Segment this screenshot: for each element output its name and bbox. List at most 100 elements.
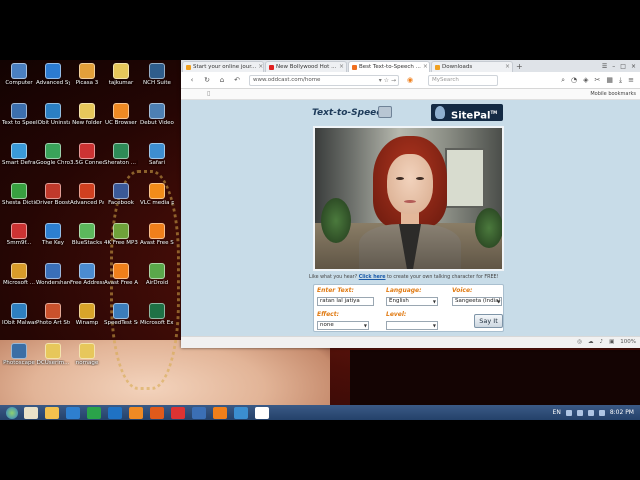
network-icon[interactable]: [565, 409, 572, 416]
desktop-icon[interactable]: New folder: [70, 103, 104, 143]
wifi-icon[interactable]: ◔: [571, 76, 577, 85]
effect-select[interactable]: none ▼: [317, 321, 369, 330]
desktop-icon[interactable]: Free Address Book: [70, 263, 104, 303]
language-indicator[interactable]: EN: [553, 409, 561, 416]
desktop-icon[interactable]: tajkumar: [104, 63, 138, 103]
taskbar-app-icon[interactable]: [192, 406, 206, 419]
desktop-icon[interactable]: UC Browser: [104, 103, 138, 143]
taskbar-app-icon[interactable]: [45, 406, 59, 419]
say-it-button[interactable]: Say It: [474, 314, 503, 328]
close-tab-icon[interactable]: ×: [423, 62, 428, 72]
cloud-icon[interactable]: ☁: [588, 339, 594, 345]
desktop-icon[interactable]: IObit Malware...: [2, 303, 36, 343]
volume-tray-icon[interactable]: [576, 409, 583, 416]
scissors-icon[interactable]: ✂: [595, 76, 601, 85]
desktop-icon[interactable]: Driver Booster3: [36, 183, 70, 223]
browser-tab-2[interactable]: Best Text-to-Speech ... ×: [348, 61, 430, 72]
desktop-icon[interactable]: Computer: [2, 63, 36, 103]
taskbar-app-icon[interactable]: [213, 406, 227, 419]
search-engine-icon[interactable]: ◉: [406, 76, 414, 84]
desktop-icon[interactable]: NCH Suite: [140, 63, 174, 103]
desktop-icon[interactable]: Advanced Patcher Pr...: [70, 183, 104, 223]
taskbar-app-icon[interactable]: [255, 406, 269, 419]
desktop-icon[interactable]: AirDroid: [140, 263, 174, 303]
bookmark-icon[interactable]: ≡: [628, 76, 634, 85]
voice-select[interactable]: Sangeeta (India) ▼: [452, 297, 502, 306]
desktop-icon[interactable]: Microsoft Ex...: [140, 303, 174, 343]
taskbar-app-icon[interactable]: [150, 406, 164, 419]
flag-icon[interactable]: [598, 409, 605, 416]
close-window-icon[interactable]: ×: [631, 61, 636, 72]
browser-tab-1[interactable]: New Bollywood Hot ... ×: [265, 61, 347, 72]
browser-tab-3[interactable]: Downloads ×: [431, 61, 513, 72]
desktop-icon[interactable]: Safari: [140, 143, 174, 183]
star-icon[interactable]: ☆: [384, 77, 389, 84]
minimize-icon[interactable]: –: [612, 61, 615, 72]
desktop-icon[interactable]: DCUserim...: [36, 343, 70, 383]
desktop-icon[interactable]: Facebook: [104, 183, 138, 223]
desktop-icon[interactable]: Advanced SystemCare 9: [36, 63, 70, 103]
eye-icon[interactable]: ◎: [577, 339, 582, 345]
desktop-icon[interactable]: SpeedTest Search: [104, 303, 138, 343]
desktop-icon[interactable]: Avast Free Antivirus: [104, 263, 138, 303]
dropdown-icon[interactable]: ▾: [379, 77, 382, 84]
desktop-icon[interactable]: 3.5G Connect Mo...: [70, 143, 104, 183]
desktop-icon[interactable]: Winamp: [70, 303, 104, 343]
battery-icon[interactable]: [587, 409, 594, 416]
start-button[interactable]: [6, 406, 18, 419]
maximize-icon[interactable]: □: [620, 61, 626, 72]
desktop-icon[interactable]: Photoscape: [2, 343, 36, 383]
back-icon[interactable]: ‹: [188, 76, 196, 84]
click-here-link[interactable]: Click here: [359, 275, 386, 280]
new-tab-button[interactable]: +: [516, 62, 523, 72]
desktop-icon[interactable]: Debut Video Capture S...: [140, 103, 174, 143]
search-input[interactable]: MySearch: [428, 74, 498, 86]
zoom-level[interactable]: 100%: [620, 339, 636, 345]
desktop-icon[interactable]: Smart Defrag 5: [2, 143, 36, 183]
shield-icon[interactable]: ◈: [583, 76, 588, 85]
level-select[interactable]: ▼: [386, 321, 438, 330]
desktop-icon[interactable]: nomage: [70, 343, 104, 383]
close-tab-icon[interactable]: ×: [339, 62, 344, 72]
desktop-icon[interactable]: Google Chrome: [36, 143, 70, 183]
taskbar-app-icon[interactable]: [108, 406, 122, 419]
enter-text-input[interactable]: ratan lal jatiya: [317, 297, 374, 306]
desktop-icon[interactable]: Wondershare Video Editor: [36, 263, 70, 303]
desktop-icon[interactable]: The Key: [36, 223, 70, 263]
desktop-icon[interactable]: 5mm9f...: [2, 223, 36, 263]
browser-tab-0[interactable]: Start your online jour... ×: [182, 61, 264, 72]
mobile-bookmarks[interactable]: Mobile bookmarks: [590, 89, 636, 99]
reload-icon[interactable]: ↻: [203, 76, 211, 84]
screenshot-icon[interactable]: ▣: [609, 339, 614, 345]
desktop-icon[interactable]: IObit Uninstaller: [36, 103, 70, 143]
address-bar[interactable]: www.oddcast.com/home ▾ ☆ →: [249, 74, 399, 86]
desktop-icon[interactable]: Photo Art Studio: [36, 303, 70, 343]
search-icon[interactable]: ⌕: [561, 76, 565, 85]
taskbar-app-icon[interactable]: [87, 406, 101, 419]
close-tab-icon[interactable]: ×: [505, 62, 510, 72]
taskbar-app-icon[interactable]: [66, 406, 80, 419]
desktop-icon[interactable]: Shesta Dictionary: [2, 183, 36, 223]
desktop-icon[interactable]: Microsoft ...: [2, 263, 36, 303]
page-icon[interactable]: ▯: [207, 89, 210, 99]
desktop-icon[interactable]: Picasa 3: [70, 63, 104, 103]
menu-icon[interactable]: ☰: [602, 61, 607, 72]
language-select[interactable]: English ▼: [386, 297, 438, 306]
taskbar-app-icon[interactable]: [24, 406, 38, 419]
desktop-icon[interactable]: BlueStacks: [70, 223, 104, 263]
desktop-icon[interactable]: Sheraton ... Mohali...: [104, 143, 138, 183]
taskbar-app-icon[interactable]: [171, 406, 185, 419]
home-icon[interactable]: ⌂: [218, 76, 226, 84]
desktop-icon[interactable]: Avast Free Selecto...: [140, 223, 174, 263]
taskbar-app-icon[interactable]: [234, 406, 248, 419]
desktop-icon[interactable]: Text to Spee...: [2, 103, 36, 143]
download-icon[interactable]: ⤓: [619, 76, 622, 85]
arrow-right-icon[interactable]: →: [391, 77, 396, 84]
grid-icon[interactable]: ▦: [606, 76, 613, 85]
taskbar-app-icon[interactable]: [129, 406, 143, 419]
desktop-icon[interactable]: 4K Free MP3 Cutter: [104, 223, 138, 263]
clock[interactable]: 8:02 PM: [610, 409, 634, 416]
undo-icon[interactable]: ↶: [233, 76, 241, 84]
desktop-icon[interactable]: VLC media player: [140, 183, 174, 223]
close-tab-icon[interactable]: ×: [258, 62, 263, 72]
